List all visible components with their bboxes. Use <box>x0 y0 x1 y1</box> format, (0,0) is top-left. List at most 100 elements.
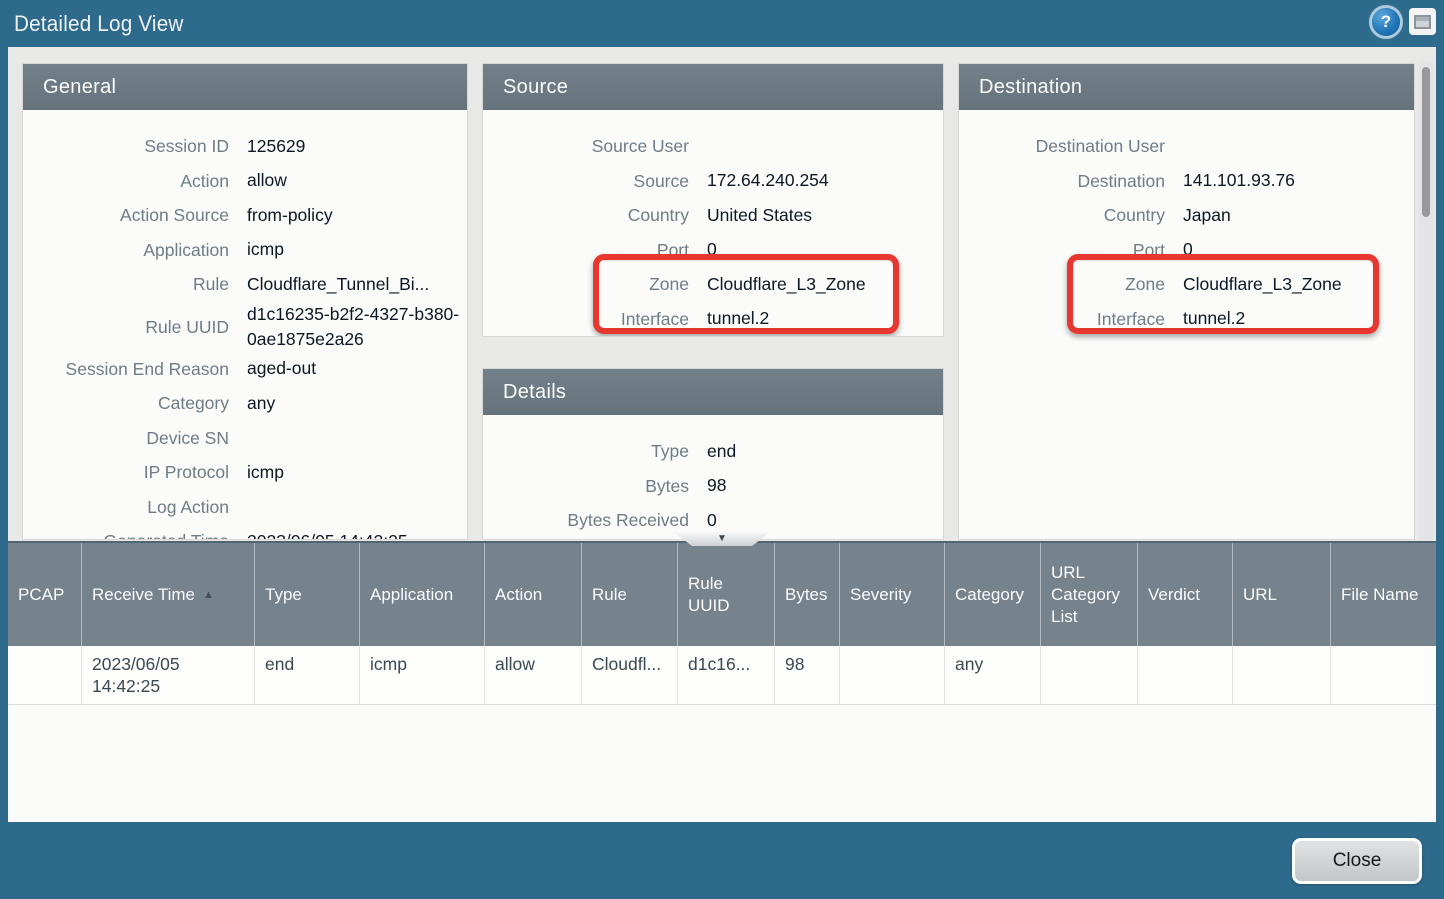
detailed-log-view-dialog: { "window": { "title": "Detailed Log Vie… <box>0 0 1444 899</box>
cell-severity <box>840 646 945 704</box>
field-value: Cloudflare_L3_Zone <box>1183 272 1342 297</box>
field-source-port: Port 0 <box>483 233 943 268</box>
field-destination-zone: ZoneCloudflare_L3_Zone <box>959 267 1414 302</box>
field-destination-port: Port 0 <box>959 233 1414 268</box>
column-header-application[interactable]: Application <box>360 543 485 646</box>
cell-type: end <box>255 646 360 704</box>
field-session-id: Session ID 125629 <box>23 129 467 164</box>
field-source-zone: Zone Cloudflare_L3_Zone <box>483 267 943 302</box>
field-source-user: Source User <box>483 129 943 164</box>
general-panel-header: General <box>23 64 467 110</box>
field-value: 0 <box>707 508 717 533</box>
cell-bytes: 98 <box>775 646 840 704</box>
column-header-url-category-list[interactable]: URL Category List <box>1041 543 1138 646</box>
column-header-bytes[interactable]: Bytes <box>775 543 840 646</box>
column-header-receive-time[interactable]: Receive Time▲ <box>82 543 255 646</box>
help-icon[interactable]: ? <box>1372 8 1400 36</box>
field-value: tunnel.2 <box>1183 306 1245 331</box>
field-label: Log Action <box>23 495 229 519</box>
field-value: end <box>707 439 736 464</box>
field-label: Generated Time <box>23 529 229 540</box>
column-header-category[interactable]: Category <box>945 543 1041 646</box>
column-header-type[interactable]: Type <box>255 543 360 646</box>
field-value: 172.64.240.254 <box>707 168 829 193</box>
cell-rule-uuid: d1c16... <box>678 646 775 704</box>
cell-url <box>1233 646 1331 704</box>
field-label: Country <box>483 203 689 227</box>
field-label: Device SN <box>23 426 229 450</box>
field-label: Port <box>959 238 1165 262</box>
window-restore-icon[interactable] <box>1409 8 1436 35</box>
field-rule: RuleCloudflare_Tunnel_Bi... <box>23 267 467 302</box>
cell-category: any <box>945 646 1041 704</box>
cell-action: allow <box>485 646 582 704</box>
field-label: Country <box>959 203 1165 227</box>
field-label: Port <box>483 238 689 262</box>
column-header-pcap[interactable]: PCAP <box>8 543 82 646</box>
field-label: Source <box>483 169 689 193</box>
field-value: 98 <box>707 473 726 498</box>
field-device-sn: Device SN <box>23 421 467 456</box>
destination-panel: Destination Destination User Destination… <box>958 63 1415 540</box>
details-panel-header: Details <box>483 369 943 415</box>
details-panel: Details Typeend Bytes 98 Bytes Received 0 <box>482 368 944 540</box>
column-header-rule-uuid[interactable]: Rule UUID <box>678 543 775 646</box>
field-type: Typeend <box>483 434 943 469</box>
field-label: IP Protocol <box>23 460 229 484</box>
chevron-down-icon: ▼ <box>717 534 727 544</box>
field-label: Bytes Received <box>483 508 689 532</box>
column-header-file-name[interactable]: File Name <box>1331 543 1436 646</box>
cell-rule: Cloudfl... <box>582 646 678 704</box>
field-source-country: Country United States <box>483 198 943 233</box>
field-category: Category any <box>23 386 467 421</box>
column-header-rule[interactable]: Rule <box>582 543 678 646</box>
column-header-severity[interactable]: Severity <box>840 543 945 646</box>
vertical-scrollbar-thumb[interactable] <box>1422 67 1430 217</box>
field-value: Cloudflare_L3_Zone <box>707 272 866 297</box>
field-rule-uuid: Rule UUIDd1c16235-b2f2-4327-b380-0ae1875… <box>23 302 467 352</box>
field-value: United States <box>707 203 812 228</box>
source-panel-header: Source <box>483 64 943 110</box>
field-label: Bytes <box>483 474 689 498</box>
column-header-verdict[interactable]: Verdict <box>1138 543 1233 646</box>
title-bar: Detailed Log View ? <box>0 0 1444 47</box>
field-value: 0 <box>707 237 717 262</box>
field-label: Destination <box>959 169 1165 193</box>
field-value: allow <box>247 168 287 193</box>
field-label: Category <box>23 391 229 415</box>
field-value: 0 <box>1183 237 1193 262</box>
field-label: Destination User <box>959 134 1165 158</box>
field-label: Rule <box>23 272 229 296</box>
field-label: Action Source <box>23 203 229 227</box>
field-label: Session ID <box>23 134 229 158</box>
field-value: d1c16235-b2f2-4327-b380-0ae1875e2a26 <box>247 302 462 352</box>
close-button[interactable]: Close <box>1292 838 1422 884</box>
field-value: 2023/06/05 14:42:25 <box>247 529 408 540</box>
destination-panel-header: Destination <box>959 64 1414 110</box>
log-detail-area: General Session ID 125629 Actionallow Act… <box>8 47 1436 541</box>
field-value: icmp <box>247 460 284 485</box>
sort-ascending-icon: ▲ <box>203 584 214 606</box>
field-source: Source 172.64.240.254 <box>483 164 943 199</box>
field-destination-interface: Interfacetunnel.2 <box>959 302 1414 337</box>
column-header-action[interactable]: Action <box>485 543 582 646</box>
field-session-end-reason: Session End Reasonaged-out <box>23 352 467 387</box>
field-value: Japan <box>1183 203 1231 228</box>
field-label: Application <box>23 238 229 262</box>
field-action: Actionallow <box>23 164 467 199</box>
field-destination-user: Destination User <box>959 129 1414 164</box>
field-value: aged-out <box>247 356 316 381</box>
field-log-action: Log Action <box>23 490 467 525</box>
cell-url-category-list <box>1041 646 1138 704</box>
field-value: tunnel.2 <box>707 306 769 331</box>
field-value: 125629 <box>247 134 305 159</box>
field-application: Applicationicmp <box>23 233 467 268</box>
field-label: Zone <box>483 272 689 296</box>
field-generated-time: Generated Time 2023/06/05 14:42:25 <box>23 524 467 540</box>
field-value: any <box>247 391 275 416</box>
column-header-url[interactable]: URL <box>1233 543 1331 646</box>
source-panel: Source Source User Source172.64.240.254 … <box>482 63 944 337</box>
field-value: from-policy <box>247 203 333 228</box>
table-row[interactable]: 2023/06/05 14:42:25 end icmp allow Cloud… <box>8 646 1436 705</box>
vertical-scrollbar-track[interactable] <box>1419 61 1433 540</box>
